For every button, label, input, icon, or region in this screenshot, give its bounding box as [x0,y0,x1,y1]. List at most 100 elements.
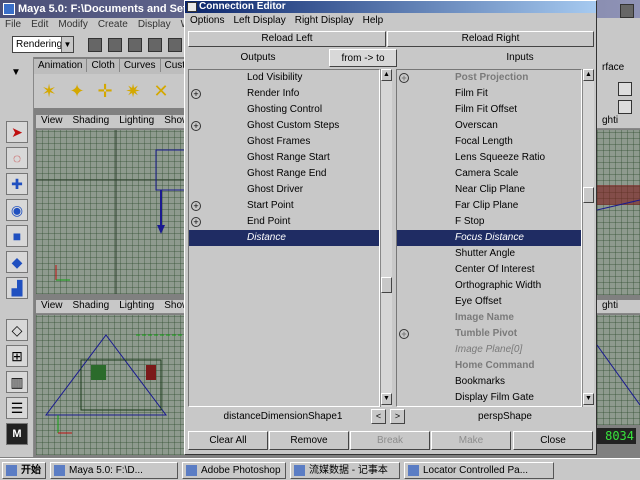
expand-plus-icon[interactable]: + [191,201,201,211]
right-top-viewport[interactable] [596,130,640,295]
input-attribute-row[interactable]: Focal Length [397,134,581,150]
maya-menu-create[interactable]: Create [93,18,133,31]
manipulator-tool-icon[interactable]: ◆ [6,251,28,273]
menu-right-display[interactable]: Right Display [291,13,358,29]
viewport-menu-shading[interactable]: Shading [68,115,115,126]
break-button[interactable]: Break [350,431,430,450]
maya-menu-edit[interactable]: Edit [26,18,53,31]
input-attribute-row[interactable]: Camera Scale [397,166,581,182]
task-photoshop[interactable]: Adobe Photoshop [182,462,286,479]
input-attribute-row[interactable]: Orthographic Width [397,278,581,294]
output-attribute-row[interactable]: Ghosting Control [189,102,379,118]
scrollbar-thumb[interactable] [381,277,392,293]
input-attribute-row[interactable]: Near Clip Plane [397,182,581,198]
viewport-menu-lighting[interactable]: Lighting [114,115,159,126]
clear-all-button[interactable]: Clear All [188,431,268,450]
input-attribute-row[interactable]: Film Fit [397,86,581,102]
input-attribute-row[interactable]: Image Name [397,310,581,326]
input-attribute-row[interactable]: Shutter Angle [397,246,581,262]
scroll-down-icon[interactable]: ▼ [381,393,392,405]
new-scene-icon[interactable] [88,38,102,52]
top-viewport[interactable] [36,130,187,294]
right-bottom-viewport[interactable] [596,315,640,425]
make-button[interactable]: Make [431,431,511,450]
select-mode-icon[interactable] [148,38,162,52]
expand-plus-icon[interactable]: + [399,329,409,339]
lasso-tool-icon[interactable]: ◌ [6,147,28,169]
input-attribute-row[interactable]: Focus Distance [397,230,581,246]
input-attribute-row[interactable]: Film Fit Offset [397,102,581,118]
restore-icon[interactable] [618,100,632,114]
direction-toggle-button[interactable]: from -> to [329,49,397,67]
four-pane-layout-icon[interactable]: ⊞ [6,345,28,367]
input-attribute-row[interactable]: F Stop [397,214,581,230]
outputs-scrollbar[interactable]: ▲ ▼ [380,69,392,407]
outliner-layout-icon[interactable]: ☰ [6,397,28,419]
reload-right-button[interactable]: Reload Right [387,31,594,47]
input-attribute-row[interactable]: + Tumble Pivot [397,326,581,342]
single-pane-layout-icon[interactable]: ◇ [6,319,28,341]
point-light-icon[interactable]: ✛ [94,80,116,102]
maya-menu-file[interactable]: File [0,18,26,31]
inputs-scrollbar[interactable]: ▲ ▼ [582,69,594,407]
connection-editor-title-bar[interactable]: Connection Editor [185,1,596,13]
task-notepad[interactable]: 流媒数据 - 记事本 [290,462,400,479]
save-scene-icon[interactable] [128,38,142,52]
two-pane-layout-icon[interactable]: ▥ [6,371,28,393]
component-mode-icon[interactable] [168,38,182,52]
input-attribute-row[interactable]: Eye Offset [397,294,581,310]
inputs-list[interactable]: + Post Projection Film Fit Film Fit Offset O… [396,69,582,407]
rotate-tool-icon[interactable]: ◉ [6,199,28,221]
maya-menu-modify[interactable]: Modify [53,18,92,31]
close-button[interactable]: Close [513,431,593,450]
output-attribute-row[interactable]: + Render Info [189,86,379,102]
input-attribute-row[interactable]: Image Plane[0] [397,342,581,358]
viewport-menu-view[interactable]: View [36,115,68,126]
scroll-up-icon[interactable]: ▲ [583,69,594,81]
input-attribute-row[interactable]: Lens Squeeze Ratio [397,150,581,166]
output-attribute-row[interactable]: Ghost Range End [189,166,379,182]
shelf-tab-animation[interactable]: Animation [34,59,88,72]
input-attribute-row[interactable]: Far Clip Plane [397,198,581,214]
viewport-menu-view[interactable]: View [36,300,68,311]
task-maya[interactable]: Maya 5.0: F:\D... [50,462,178,479]
output-attribute-row[interactable]: + End Point [189,214,379,230]
start-button[interactable]: 开始 [2,462,46,479]
menu-options[interactable]: Options [186,13,228,29]
area-light-icon[interactable]: ✷ [122,80,144,102]
output-attribute-row[interactable]: Ghost Driver [189,182,379,198]
menu-set-dropdown[interactable]: Rendering ▼ [12,36,74,53]
reload-left-button[interactable]: Reload Left [188,31,386,47]
scroll-down-icon[interactable]: ▼ [583,393,594,405]
spot-light-icon[interactable]: ✦ [66,80,88,102]
viewport-menu-shading[interactable]: Shading [68,300,115,311]
shelf-tab-cloth[interactable]: Cloth [87,59,120,72]
nav-right-button[interactable]: > [390,409,405,424]
nav-left-button[interactable]: < [371,409,386,424]
volume-light-icon[interactable]: ✕ [150,80,172,102]
input-attribute-row[interactable]: + Post Projection [397,70,581,86]
expand-plus-icon[interactable]: + [191,89,201,99]
last-tool-icon[interactable]: ▟ [6,277,28,299]
hotbox-arrow-icon[interactable]: ▼ [3,63,29,107]
maya-menu-display[interactable]: Display [133,18,176,31]
output-attribute-row[interactable]: Lod Visibility [189,70,379,86]
expand-plus-icon[interactable]: + [191,217,201,227]
input-attribute-row[interactable]: Display Film Gate [397,390,581,406]
input-attribute-row[interactable]: Home Command [397,358,581,374]
light-icon[interactable]: ✶ [38,80,60,102]
input-attribute-row[interactable]: Overscan [397,118,581,134]
input-attribute-row[interactable]: Center Of Interest [397,262,581,278]
outputs-list[interactable]: Lod Visibility + Render Info Ghosting Contr… [188,69,380,407]
scroll-up-icon[interactable]: ▲ [381,69,392,81]
output-attribute-row[interactable]: Ghost Range Start [189,150,379,166]
output-attribute-row[interactable]: Ghost Frames [189,134,379,150]
expand-plus-icon[interactable]: + [191,121,201,131]
menu-left-display[interactable]: Left Display [229,13,289,29]
viewport-menu-lighting[interactable]: Lighting [114,300,159,311]
output-attribute-row[interactable]: + Ghost Custom Steps [189,118,379,134]
expand-plus-icon[interactable]: + [399,73,409,83]
scale-tool-icon[interactable]: ■ [6,225,28,247]
open-scene-icon[interactable] [108,38,122,52]
output-attribute-row[interactable]: Distance [189,230,379,246]
